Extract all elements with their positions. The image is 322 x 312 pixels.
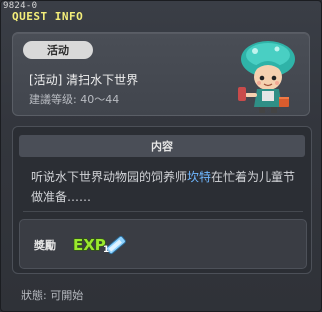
divider [23,211,303,212]
window-title: QUEST INFO [12,10,84,23]
description-text: 听说水下世界动物园的饲养师 [31,170,188,184]
quest-info-window: 9824-0 QUEST INFO 活动 [活动] 清扫水下世界 建議等级: 4… [0,0,322,312]
content-section-title: 内容 [19,135,305,157]
npc-name-link[interactable]: 坎特 [187,170,211,184]
quest-status: 狀態: 可開始 [21,289,84,302]
reward-label: 獎勵 [34,239,56,252]
reward-box: 獎勵 EXP 1 [19,219,307,269]
recommended-level: 建議等级: 40～44 [29,93,120,106]
quest-header-card: 活动 [活动] 清扫水下世界 建議等级: 40～44 [12,32,310,116]
reward-count: 1 [103,245,110,255]
quest-name: [活动] 清扫水下世界 [29,73,139,87]
quest-description: 听说水下世界动物园的饲养师坎特在忙着为儿童节做准备…… [31,167,303,207]
npc-portrait-icon [238,41,295,113]
event-badge: 活动 [23,41,93,59]
content-panel: 内容 听说水下世界动物园的饲养师坎特在忙着为儿童节做准备…… 獎勵 EXP 1 [12,126,312,274]
exp-reward-text: EXP [73,236,106,254]
exp-reward-icon[interactable]: EXP [70,228,128,262]
